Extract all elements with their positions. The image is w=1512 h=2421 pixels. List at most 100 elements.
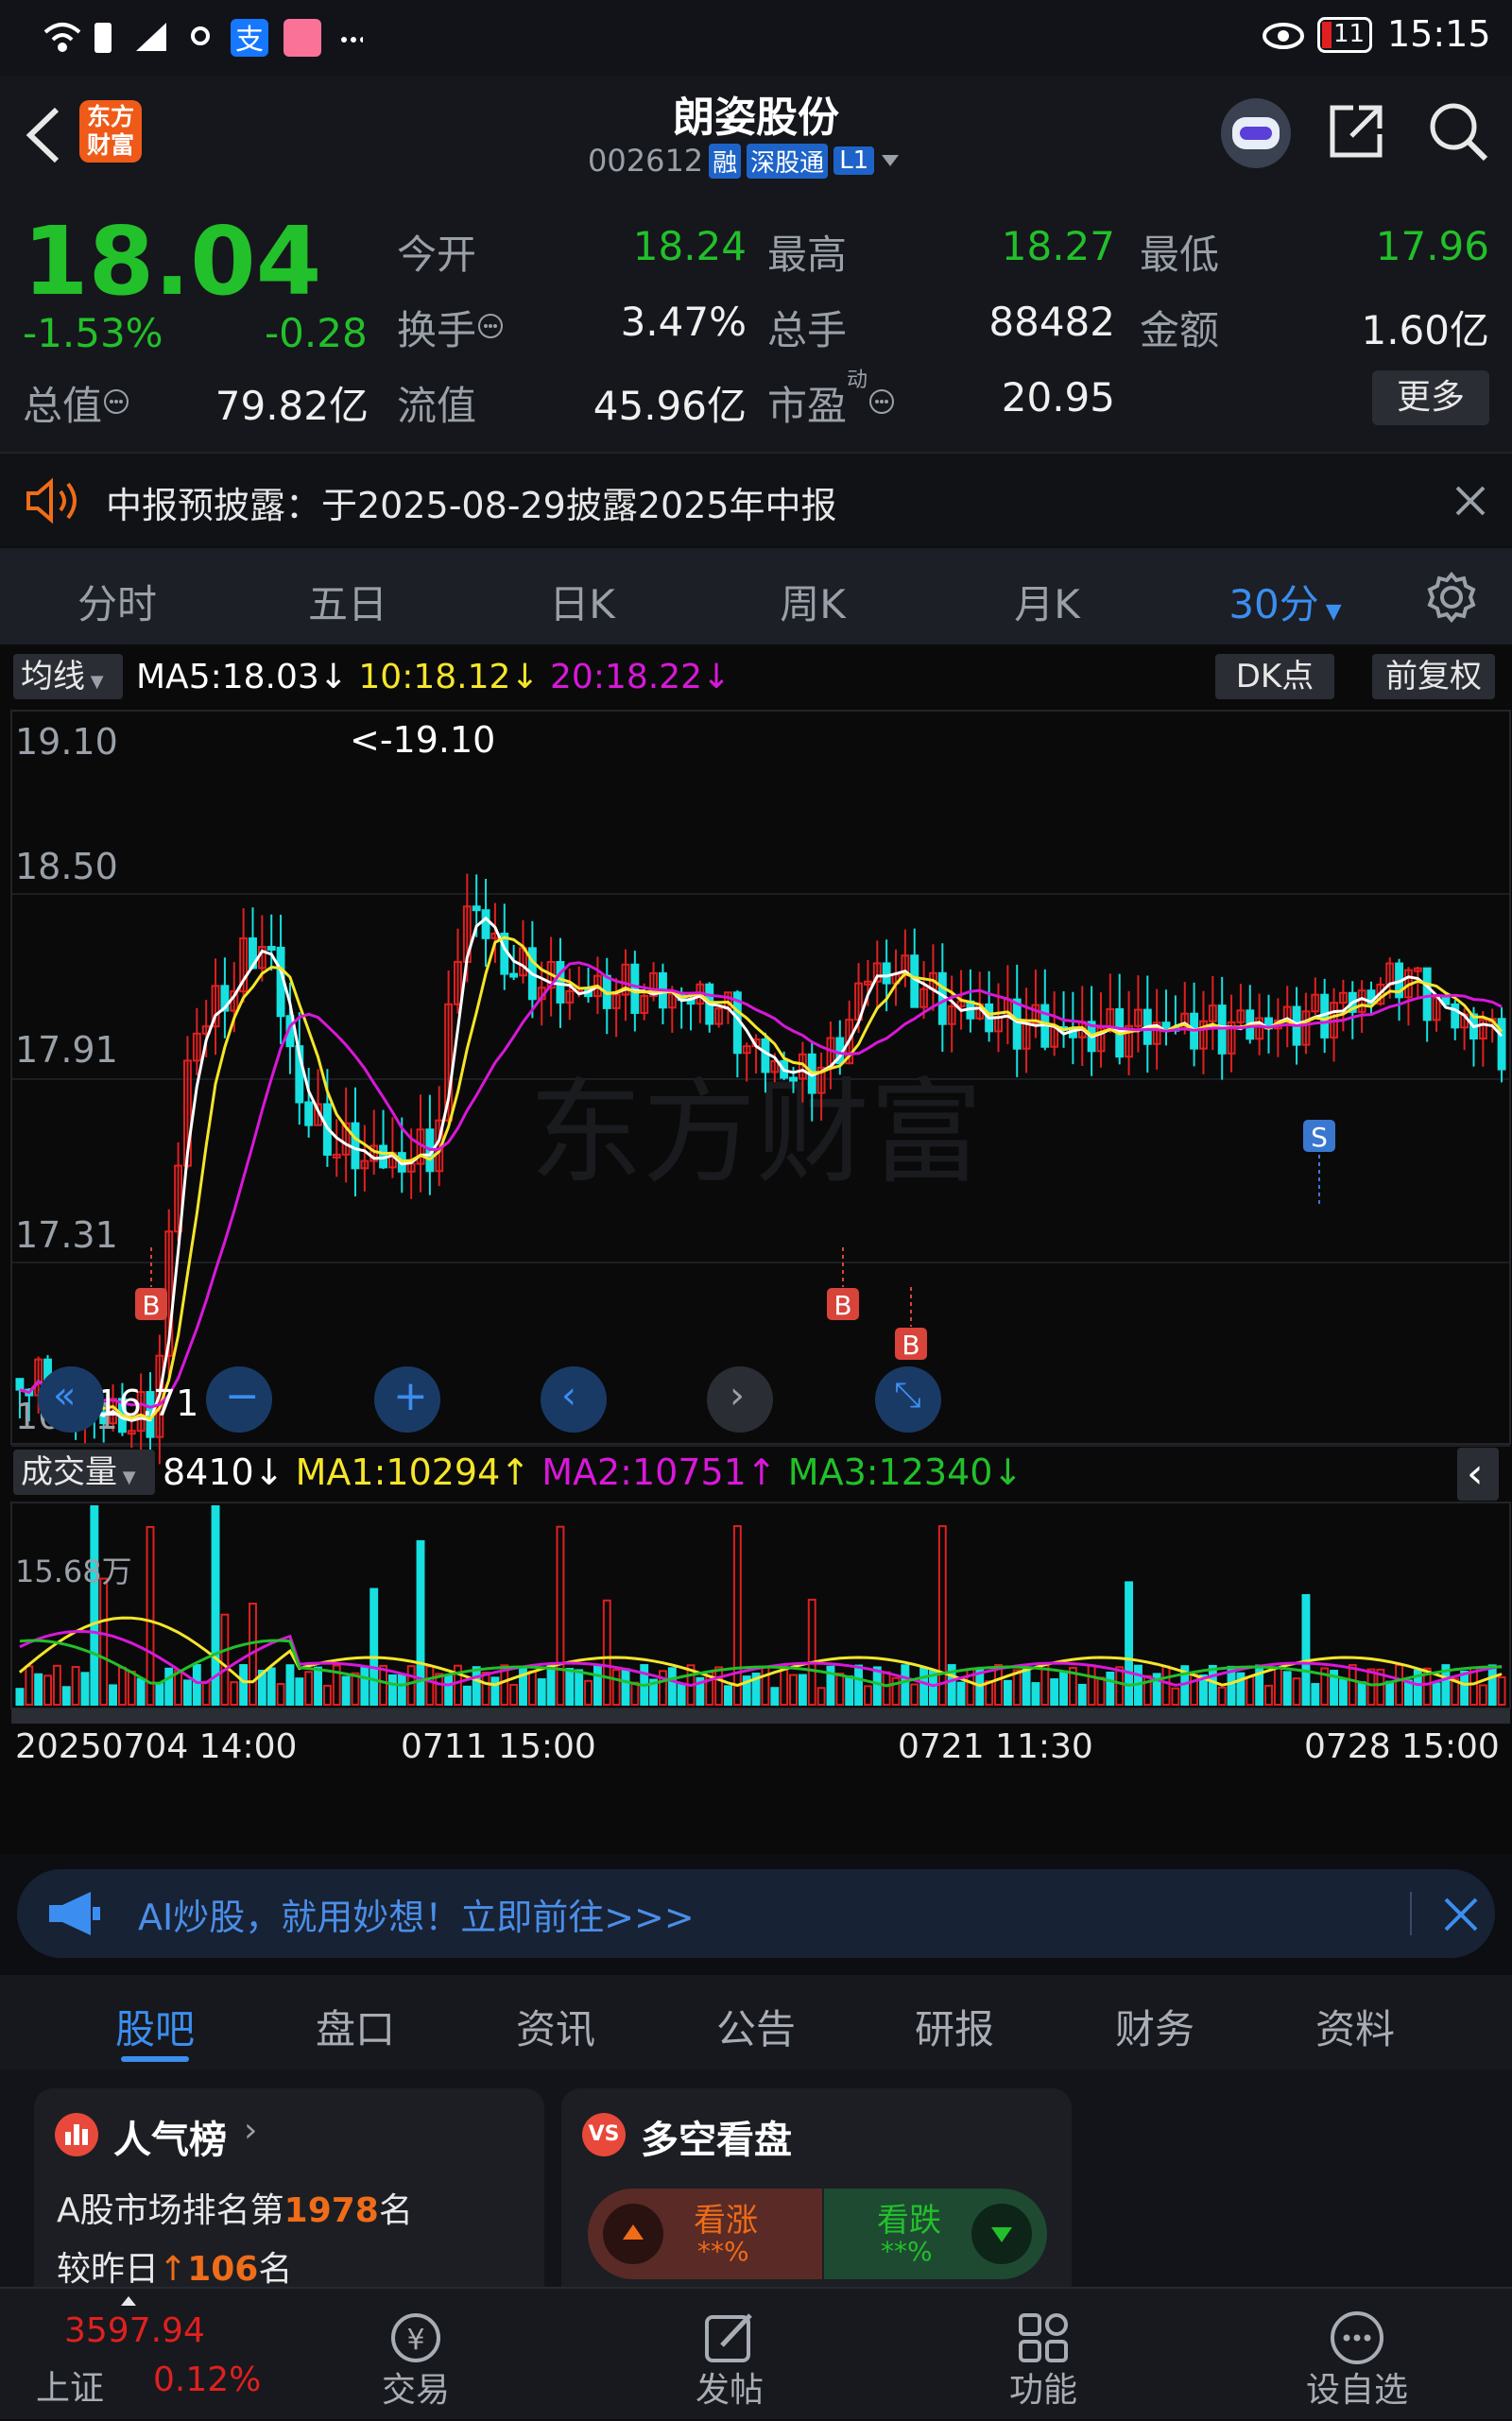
tab-research[interactable]: 研报 [879, 1998, 1030, 2055]
volume-bar [1366, 1668, 1376, 1706]
pe-label: 市盈 [767, 383, 848, 429]
stock-code-row[interactable]: 002612 融 深股通 L1 [588, 142, 901, 180]
volume-bar [872, 1666, 882, 1706]
search-icon[interactable] [1425, 98, 1491, 164]
volume-bar [845, 1675, 854, 1707]
volume-bar [80, 1672, 90, 1706]
bull-button[interactable]: 看涨 **% [588, 2189, 822, 2279]
kline-chart-area[interactable]: 均线 ▼ MA5:18.03↓ 10:18.12↓ 20:18.22↓ DK点 … [0, 644, 1512, 1854]
candle-body [937, 971, 947, 1025]
tab-monthly-k[interactable]: 月K [971, 573, 1123, 630]
notice-bar[interactable]: 中报预披露：于2025-08-29披露2025年中报 [0, 452, 1512, 546]
collapse-panel-button[interactable]: ‹ [1457, 1448, 1499, 1501]
volume-bar [379, 1664, 388, 1707]
volume-bar [1273, 1666, 1282, 1707]
tab-five-day[interactable]: 五日 [272, 573, 423, 630]
scroll-right-button[interactable]: › [707, 1366, 773, 1433]
ma-selector[interactable]: 均线 ▼ [13, 654, 123, 699]
tab-forum[interactable]: 股吧 [79, 1998, 231, 2055]
volume-bar [863, 1685, 872, 1707]
scroll-left-button[interactable]: ‹ [541, 1366, 607, 1433]
fast-back-button[interactable]: « [38, 1366, 104, 1433]
nav-add-watchlist[interactable]: 设自选 [1263, 2289, 1452, 2421]
volume-bar [71, 1666, 80, 1706]
double-chevron-left-icon: « [53, 1374, 77, 1417]
volume-selector[interactable]: 成交量 ▼ [13, 1450, 155, 1495]
candle-body [761, 1038, 770, 1073]
volume-bar [387, 1674, 397, 1706]
info-icon[interactable] [476, 312, 505, 340]
volume-bar [565, 1668, 575, 1707]
nav-trade-label: 交易 [381, 2371, 450, 2410]
change-prefix: 较昨日 [57, 2250, 160, 2289]
up-triangle-icon [603, 2204, 663, 2264]
volume-selector-label: 成交量 [21, 1453, 117, 1491]
bear-button[interactable]: 看跌 **% [824, 2189, 1047, 2279]
info-icon[interactable] [868, 387, 896, 416]
volume-value: 88482 [988, 299, 1115, 345]
index-change: 0.12% [153, 2361, 262, 2399]
open-value: 18.24 [632, 223, 747, 269]
info-icon[interactable] [102, 387, 130, 416]
tab-announcements[interactable]: 公告 [680, 1998, 832, 2055]
volume-bar [201, 1680, 211, 1707]
volume-bar [1059, 1670, 1068, 1706]
volume-bar [1087, 1664, 1096, 1706]
chevron-right-icon: › [244, 2111, 258, 2150]
volume-bar [1171, 1687, 1180, 1707]
fullscreen-button[interactable]: ⤡ [875, 1366, 941, 1433]
share-icon[interactable] [1325, 100, 1387, 163]
volume-bar [1282, 1671, 1292, 1706]
nav-post[interactable]: 发帖 [635, 2289, 824, 2421]
signal-label: B [142, 1290, 160, 1321]
price-tick: 18.50 [15, 846, 118, 887]
mcap-value: 79.82亿 [215, 383, 369, 429]
robot-avatar[interactable] [1221, 98, 1291, 168]
zoom-out-button[interactable]: − [206, 1366, 272, 1433]
volume-bar [127, 1670, 136, 1707]
candle-body [556, 960, 565, 1004]
time-axis-bar [11, 1708, 1510, 1724]
volume-bar [807, 1598, 816, 1706]
price-tick: 17.91 [15, 1029, 118, 1071]
tab-order-book[interactable]: 盘口 [280, 1998, 431, 2055]
vol-ma3: MA3:12340 [787, 1451, 993, 1493]
tab-financials[interactable]: 财务 [1079, 1998, 1230, 2055]
tab-30min-label: 30分 [1228, 581, 1319, 627]
volume-bar [314, 1666, 322, 1706]
volume-bar [15, 1688, 25, 1706]
ma5-value: MA5:18.03 [136, 658, 319, 696]
tab-weekly-k[interactable]: 周K [737, 573, 888, 630]
close-icon[interactable] [1442, 1896, 1480, 1933]
volume-bar [360, 1665, 369, 1707]
ai-promo-banner[interactable]: AI炒股，就用妙想！立即前往>>> [17, 1869, 1495, 1958]
tab-profile[interactable]: 资料 [1280, 1998, 1431, 2055]
adjust-button[interactable]: 前复权 [1372, 654, 1495, 699]
volume-bar [677, 1683, 686, 1706]
low-label: 最低 [1140, 232, 1220, 278]
caret-up-icon [121, 2296, 136, 2306]
tab-daily-k[interactable]: 日K [507, 573, 658, 630]
dk-point-button[interactable]: DK点 [1215, 654, 1334, 699]
volume-bar [667, 1667, 677, 1706]
volume-bar [575, 1669, 584, 1707]
volume-bar [1348, 1664, 1357, 1707]
nav-functions[interactable]: 功能 [949, 2289, 1138, 2421]
volume-bar [1050, 1678, 1059, 1706]
volume-bar [816, 1687, 826, 1706]
zoom-in-button[interactable]: + [374, 1366, 440, 1433]
close-icon[interactable] [1452, 482, 1489, 520]
nav-trade[interactable]: ¥ 交易 [321, 2289, 510, 2421]
settings-icon[interactable] [1425, 571, 1478, 624]
index-ticker[interactable]: 3597.94 上证 0.12% [0, 2289, 284, 2421]
candle-body [481, 909, 490, 939]
tab-intraday[interactable]: 分时 [42, 573, 193, 630]
svg-text:¥: ¥ [406, 2324, 424, 2357]
popularity-card[interactable]: 人气榜 › A股市场排名第1978名 较昨日↑106名 [34, 2088, 544, 2306]
tab-30min[interactable]: 30分 ▼ [1210, 573, 1361, 630]
volume-bar [444, 1674, 454, 1707]
tab-news[interactable]: 资讯 [480, 1998, 631, 2055]
volume-bar [1040, 1664, 1050, 1707]
sentiment-card[interactable]: VS 多空看盘 看涨 **% 看跌 **% [561, 2088, 1072, 2306]
more-button[interactable]: 更多 [1372, 370, 1489, 425]
